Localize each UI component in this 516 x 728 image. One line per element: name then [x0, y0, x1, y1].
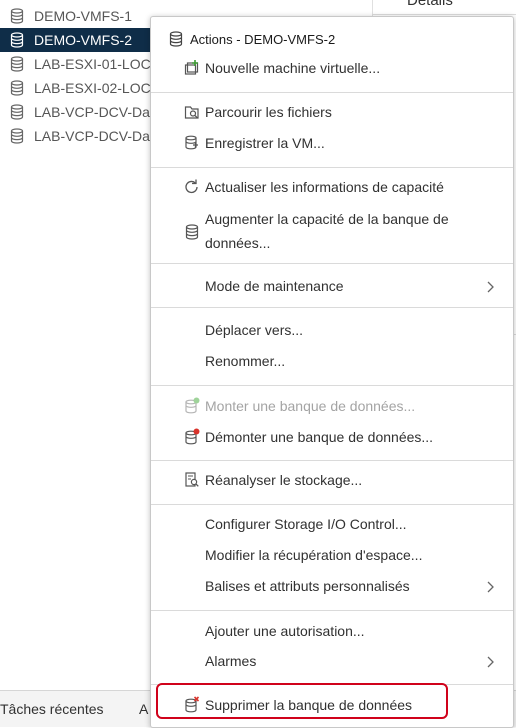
menu-separator [151, 385, 513, 386]
menu-item-label: Ajouter une autorisation... [205, 623, 365, 639]
menu-item-space-reclamation[interactable]: Modifier la récupération d'espace... [151, 541, 513, 569]
tree-item-datastore-selected[interactable]: DEMO-VMFS-2 [0, 28, 152, 52]
menu-item-label: Enregistrer la VM... [205, 135, 325, 151]
menu-separator [151, 263, 513, 264]
rescan-storage-icon [184, 471, 200, 489]
tab-recent-tasks[interactable]: Tâches récentes [0, 701, 104, 717]
menu-item-register-vm[interactable]: Enregistrer la VM... [151, 129, 513, 157]
menu-separator [151, 92, 513, 93]
menu-separator [151, 307, 513, 308]
menu-item-label: Parcourir les fichiers [205, 104, 332, 120]
menu-item-add-permission[interactable]: Ajouter une autorisation... [151, 617, 513, 645]
menu-item-mount-datastore: Monter une banque de données... [151, 392, 513, 420]
datastore-icon [10, 80, 24, 96]
menu-item-label: Nouvelle machine virtuelle... [205, 60, 381, 76]
tab-alarms[interactable]: A [139, 701, 148, 717]
menu-item-storage-io-control[interactable]: Configurer Storage I/O Control... [151, 510, 513, 538]
menu-separator [151, 610, 513, 611]
tree-item-label: LAB-ESXI-02-LOC [34, 80, 151, 96]
tab-details[interactable]: Détails [407, 0, 453, 9]
chevron-right-icon [485, 655, 495, 668]
menu-item-label: Démonter une banque de données... [205, 429, 434, 445]
mount-datastore-icon [184, 397, 200, 415]
menu-item-new-vm[interactable]: Nouvelle machine virtuelle... [151, 54, 513, 82]
menu-separator [151, 504, 513, 505]
menu-separator [151, 167, 513, 168]
inventory-tree: DEMO-VMFS-1 DEMO-VMFS-2 LAB-ESXI-01-LOC … [0, 0, 152, 690]
menu-header: Actions - DEMO-VMFS-2 [169, 31, 335, 47]
highlight-box [156, 683, 448, 719]
menu-item-label: Alarmes [205, 653, 257, 669]
datastore-icon [10, 128, 24, 144]
menu-item-label: Déplacer vers... [205, 322, 304, 338]
chevron-right-icon [485, 280, 495, 293]
menu-item-label: Augmenter la capacité de la banque de do… [205, 211, 449, 251]
menu-item-label: Réanalyser le stockage... [205, 472, 363, 488]
datastore-icon [10, 32, 24, 48]
browse-files-icon [184, 103, 200, 121]
menu-title: Actions - DEMO-VMFS-2 [190, 31, 336, 47]
tree-item-label: DEMO-VMFS-1 [34, 8, 132, 24]
divider [372, 14, 516, 15]
menu-item-unmount-datastore[interactable]: Démonter une banque de données... [151, 423, 513, 451]
tree-item-datastore[interactable]: LAB-ESXI-01-LOC [0, 52, 152, 76]
menu-item-maintenance-mode[interactable]: Mode de maintenance [151, 272, 513, 300]
datastore-icon [10, 56, 24, 72]
new-vm-icon [184, 59, 200, 77]
unmount-datastore-icon [184, 428, 200, 446]
menu-item-rename[interactable]: Renommer... [151, 347, 513, 375]
tree-item-datastore[interactable]: DEMO-VMFS-1 [0, 4, 152, 28]
menu-item-label: Configurer Storage I/O Control... [205, 516, 407, 532]
menu-separator [151, 460, 513, 461]
menu-item-label: Mode de maintenance [205, 278, 344, 294]
menu-item-rescan-storage[interactable]: Réanalyser le stockage... [151, 466, 513, 494]
actions-context-menu: Actions - DEMO-VMFS-2 Nouvelle machine v… [150, 16, 514, 728]
menu-item-label: Monter une banque de données... [205, 398, 416, 414]
menu-item-move-to[interactable]: Déplacer vers... [151, 316, 513, 344]
menu-item-tags-attributes[interactable]: Balises et attributs personnalisés [151, 572, 513, 600]
refresh-icon [184, 178, 200, 196]
menu-item-increase-capacity[interactable]: Augmenter la capacité de la banque de do… [151, 205, 513, 257]
datastore-icon [169, 31, 183, 47]
menu-item-label: Actualiser les informations de capacité [205, 179, 444, 195]
tree-item-datastore[interactable]: LAB-VCP-DCV-Da [0, 100, 152, 124]
tree-item-datastore[interactable]: LAB-VCP-DCV-Da [0, 124, 152, 148]
datastore-icon [10, 8, 24, 24]
tree-item-label: DEMO-VMFS-2 [34, 32, 132, 48]
tree-item-label: LAB-VCP-DCV-Da [34, 104, 150, 120]
datastore-icon [184, 223, 200, 241]
menu-item-label: Renommer... [205, 353, 286, 369]
tree-item-datastore[interactable]: LAB-ESXI-02-LOC [0, 76, 152, 100]
menu-item-alarms[interactable]: Alarmes [151, 647, 513, 675]
datastore-icon [10, 104, 24, 120]
menu-item-label: Balises et attributs personnalisés [205, 578, 410, 594]
chevron-right-icon [485, 580, 495, 593]
menu-item-refresh-capacity[interactable]: Actualiser les informations de capacité [151, 173, 513, 201]
menu-item-label: Modifier la récupération d'espace... [205, 547, 423, 563]
menu-item-browse-files[interactable]: Parcourir les fichiers [151, 98, 513, 126]
register-vm-icon [184, 134, 200, 152]
tree-item-label: LAB-ESXI-01-LOC [34, 56, 151, 72]
tree-item-label: LAB-VCP-DCV-Da [34, 128, 150, 144]
